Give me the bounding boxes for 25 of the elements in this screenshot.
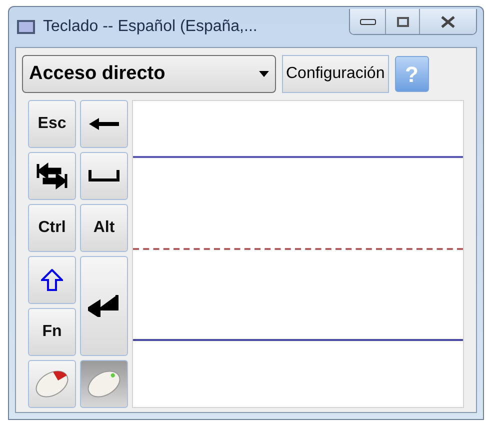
- settings-button[interactable]: Configuración: [282, 55, 389, 93]
- keyboard-key[interactable]: [80, 152, 128, 200]
- mouse-icon: [85, 369, 123, 399]
- space-bar-icon: [88, 170, 120, 182]
- tab-arrows-icon: [36, 162, 68, 190]
- enter-arrow-icon: [88, 295, 120, 317]
- dropdown-caret-icon: [259, 71, 269, 77]
- keyboard-key[interactable]: Fn: [28, 308, 76, 356]
- window-title: Teclado -- Español (España,...: [43, 17, 258, 37]
- mode-dropdown[interactable]: Acceso directo: [22, 55, 276, 93]
- maximize-button[interactable]: [386, 9, 420, 34]
- keyboard-key[interactable]: [28, 256, 76, 304]
- keyboard-key[interactable]: Esc: [28, 100, 76, 148]
- left-arrow-icon: [89, 117, 119, 131]
- close-button[interactable]: [420, 9, 476, 34]
- keyboard-icon: [17, 19, 35, 35]
- keyboard-key[interactable]: Alt: [80, 204, 128, 252]
- keyboard-key[interactable]: [80, 256, 128, 356]
- close-icon: [440, 16, 456, 28]
- keyboard-key[interactable]: Ctrl: [28, 204, 76, 252]
- up-arrow-icon: [41, 269, 63, 291]
- keyboard-key[interactable]: [28, 152, 76, 200]
- keyboard-key[interactable]: [80, 100, 128, 148]
- minimize-button[interactable]: [350, 9, 386, 34]
- mouse-icon: [33, 369, 71, 399]
